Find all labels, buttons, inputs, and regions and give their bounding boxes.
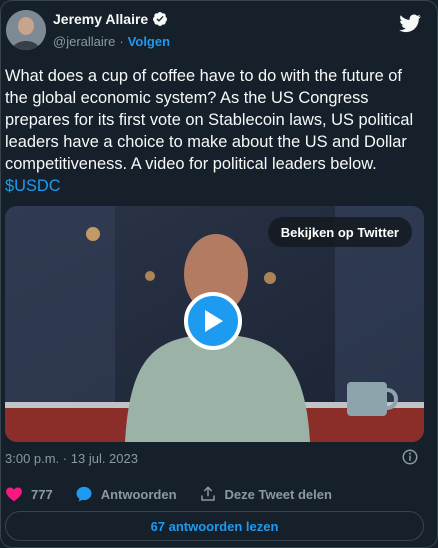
share-label: Deze Tweet delen — [224, 486, 332, 502]
share-icon — [200, 486, 215, 501]
follow-button[interactable]: Volgen — [128, 34, 170, 49]
separator-dot: · — [119, 34, 124, 49]
action-bar: 777 Antwoorden Deze Tweet delen — [5, 485, 354, 503]
tweet-card: Jeremy Allaire @jerallaire · Volgen What… — [0, 0, 438, 548]
twitter-bird-icon[interactable] — [399, 12, 421, 34]
share-button[interactable]: Deze Tweet delen — [199, 485, 332, 503]
author-handle[interactable]: @jerallaire — [53, 34, 115, 49]
tweet-body: What does a cup of coffee have to do wit… — [5, 67, 414, 173]
reply-bubble-icon — [76, 486, 92, 502]
verified-badge-icon — [153, 12, 168, 26]
tweet-text: What does a cup of coffee have to do wit… — [5, 65, 425, 197]
info-icon[interactable] — [401, 448, 419, 466]
cashtag-link[interactable]: $USDC — [5, 177, 61, 195]
play-button[interactable] — [184, 292, 242, 350]
video-player[interactable]: Bekijken op Twitter — [5, 206, 424, 442]
like-button[interactable]: 777 — [5, 485, 53, 503]
heart-icon — [6, 487, 22, 502]
avatar[interactable] — [6, 10, 46, 50]
tweet-timestamp[interactable]: 3:00 p.m. · 13 jul. 2023 — [5, 451, 138, 466]
author-name[interactable]: Jeremy Allaire — [53, 11, 148, 27]
like-count: 777 — [31, 486, 53, 502]
play-icon — [205, 310, 223, 332]
reply-button[interactable]: Antwoorden — [75, 485, 177, 503]
reply-label: Antwoorden — [100, 486, 177, 502]
watch-on-twitter-button[interactable]: Bekijken op Twitter — [267, 217, 412, 247]
read-replies-button[interactable]: 67 antwoorden lezen — [5, 511, 424, 541]
